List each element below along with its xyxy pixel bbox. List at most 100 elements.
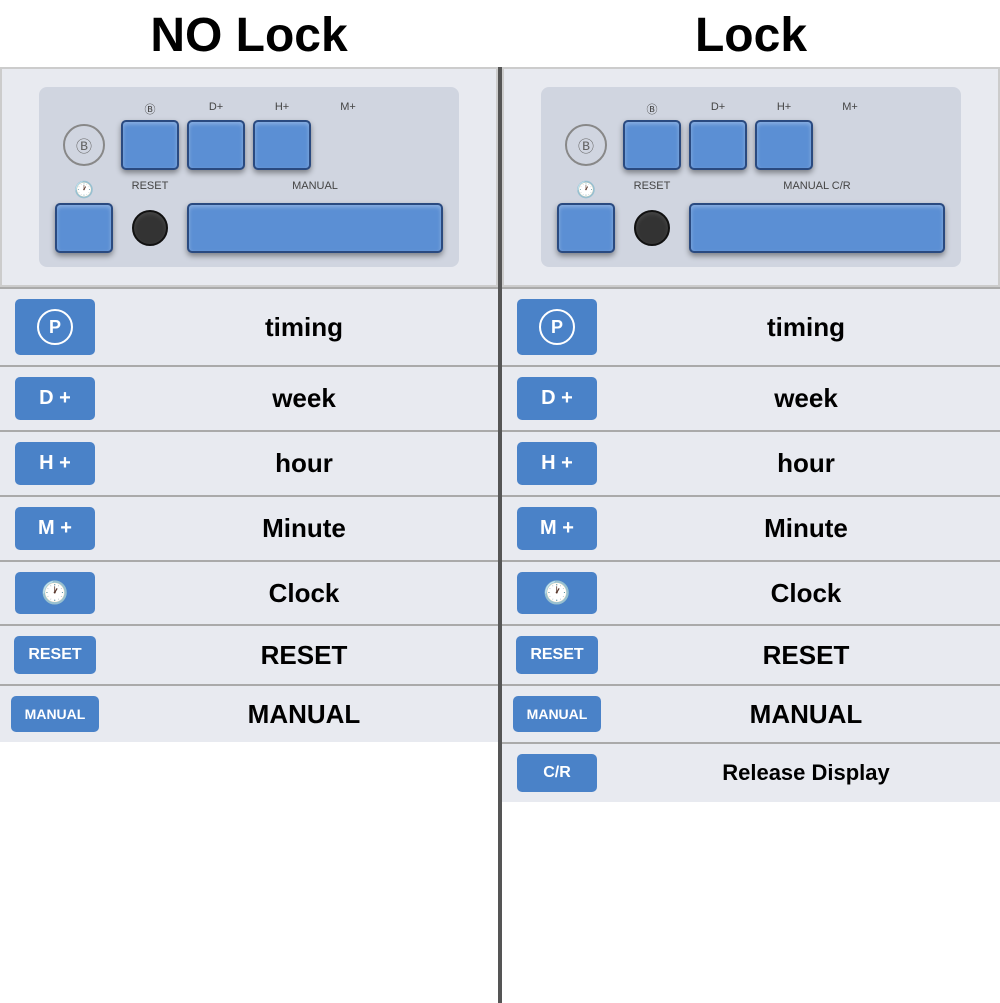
right-cell-btn-minute: M + [502,497,612,560]
right-btn-m[interactable] [755,120,813,170]
right-row-minute: M + Minute [502,497,1000,562]
left-cell-btn-hour: H + [0,432,110,495]
right-table: P timing D + week H + hour [502,287,1000,1003]
right-label-release: Release Display [612,744,1000,802]
left-device-panel: Ⓑ D+ H+ M+ Ⓑ [0,67,498,287]
p-circle-icon: P [37,309,73,345]
left-clock-symbol: 🕐 [74,180,94,200]
left-panel-body: Ⓑ D+ H+ M+ Ⓑ [39,87,459,267]
right-cell-btn-hour: H + [502,432,612,495]
right-tag-reset[interactable]: RESET [516,636,597,674]
left-label-manual-text: MANUAL [110,686,498,742]
left-cell-btn-week: D + [0,367,110,430]
right-cell-btn-cr: C/R [502,744,612,802]
right-p-icon: Ⓑ [565,124,607,166]
left-btn-clock[interactable] [55,203,113,253]
left-tag-hplus[interactable]: H + [15,442,95,485]
left-label-clock: Clock [110,562,498,624]
left-tag-p[interactable]: P [15,299,95,355]
left-tag-mplus[interactable]: M + [15,507,95,550]
right-cell-btn-clock: 🕐 [502,562,612,624]
right-label-reset: RESET [623,180,681,200]
right-label-p: Ⓑ [623,101,681,117]
right-device-panel: Ⓑ D+ H+ M+ Ⓑ [502,67,1000,287]
right-row-week: D + week [502,367,1000,432]
right-tag-manual[interactable]: MANUAL [513,696,602,732]
left-row-minute: M + Minute [0,497,498,562]
left-label-reset-text: RESET [110,626,498,684]
right-cell-btn-timing: P [502,289,612,365]
header: NO Lock Lock [0,0,1000,67]
right-cell-btn-week: D + [502,367,612,430]
left-tag-reset[interactable]: RESET [14,636,95,674]
right-row-hour: H + hour [502,432,1000,497]
right-clock-symbol: 🕐 [576,180,596,200]
left-clock-icon-btn[interactable]: 🕐 [15,572,95,614]
right-tag-cr[interactable]: C/R [517,754,597,792]
right-btn-h[interactable] [689,120,747,170]
left-cell-btn-timing: P [0,289,110,365]
right-row-reset: RESET RESET [502,626,1000,686]
left-label-timing: timing [110,289,498,365]
left-cell-btn-reset: RESET [0,626,110,684]
label-p: Ⓑ [121,101,179,117]
right-btn-manual[interactable] [689,203,945,253]
right-p-circle-icon: P [539,309,575,345]
left-table: P timing D + week H + hour [0,287,498,1003]
right-btn-d[interactable] [623,120,681,170]
right-label-timing: timing [612,289,1000,365]
left-cell-btn-minute: M + [0,497,110,560]
left-p-icon: Ⓑ [63,124,105,166]
left-label-reset: RESET [121,180,179,200]
left-column: Ⓑ D+ H+ M+ Ⓑ [0,67,498,1003]
label-mplus: M+ [319,101,377,117]
left-btn-d[interactable] [121,120,179,170]
right-btn-circle[interactable] [634,210,670,246]
right-btn-clock[interactable] [557,203,615,253]
right-clock-icon-btn[interactable]: 🕐 [517,572,597,614]
right-tag-p[interactable]: P [517,299,597,355]
right-tag-dplus[interactable]: D + [517,377,597,420]
right-label-mplus: M+ [821,101,879,117]
right-label-hour: hour [612,432,1000,495]
left-label-manual: MANUAL [187,180,443,200]
right-label-reset-text: RESET [612,626,1000,684]
right-label-hplus: H+ [755,101,813,117]
left-row-reset: RESET RESET [0,626,498,686]
right-label-dplus: D+ [689,101,747,117]
left-header: NO Lock [0,8,498,63]
right-label-manual-text: MANUAL [612,686,1000,742]
right-row-timing: P timing [502,287,1000,367]
left-tag-dplus[interactable]: D + [15,377,95,420]
right-label-week: week [612,367,1000,430]
left-btn-circle[interactable] [132,210,168,246]
right-label-manual-cr: MANUAL C/R [689,180,945,200]
left-tag-manual[interactable]: MANUAL [11,696,100,732]
label-hplus: H+ [253,101,311,117]
right-row-release: C/R Release Display [502,744,1000,802]
right-panel-body: Ⓑ D+ H+ M+ Ⓑ [541,87,961,267]
left-cell-btn-manual: MANUAL [0,686,110,742]
right-column: Ⓑ D+ H+ M+ Ⓑ [502,67,1000,1003]
right-row-manual: MANUAL MANUAL [502,686,1000,744]
left-row-manual: MANUAL MANUAL [0,686,498,742]
left-btn-m[interactable] [253,120,311,170]
left-btn-manual[interactable] [187,203,443,253]
right-tag-mplus[interactable]: M + [517,507,597,550]
right-label-minute: Minute [612,497,1000,560]
right-cell-btn-reset: RESET [502,626,612,684]
right-tag-hplus[interactable]: H + [517,442,597,485]
left-label-week: week [110,367,498,430]
label-dplus: D+ [187,101,245,117]
lock-title: Lock [695,8,807,63]
right-cell-btn-manual: MANUAL [502,686,612,742]
no-lock-title: NO Lock [150,8,347,63]
left-btn-h[interactable] [187,120,245,170]
left-cell-btn-clock: 🕐 [0,562,110,624]
right-row-clock: 🕐 Clock [502,562,1000,626]
right-label-clock: Clock [612,562,1000,624]
right-header: Lock [502,8,1000,63]
left-row-timing: P timing [0,287,498,367]
left-row-hour: H + hour [0,432,498,497]
left-row-clock: 🕐 Clock [0,562,498,626]
